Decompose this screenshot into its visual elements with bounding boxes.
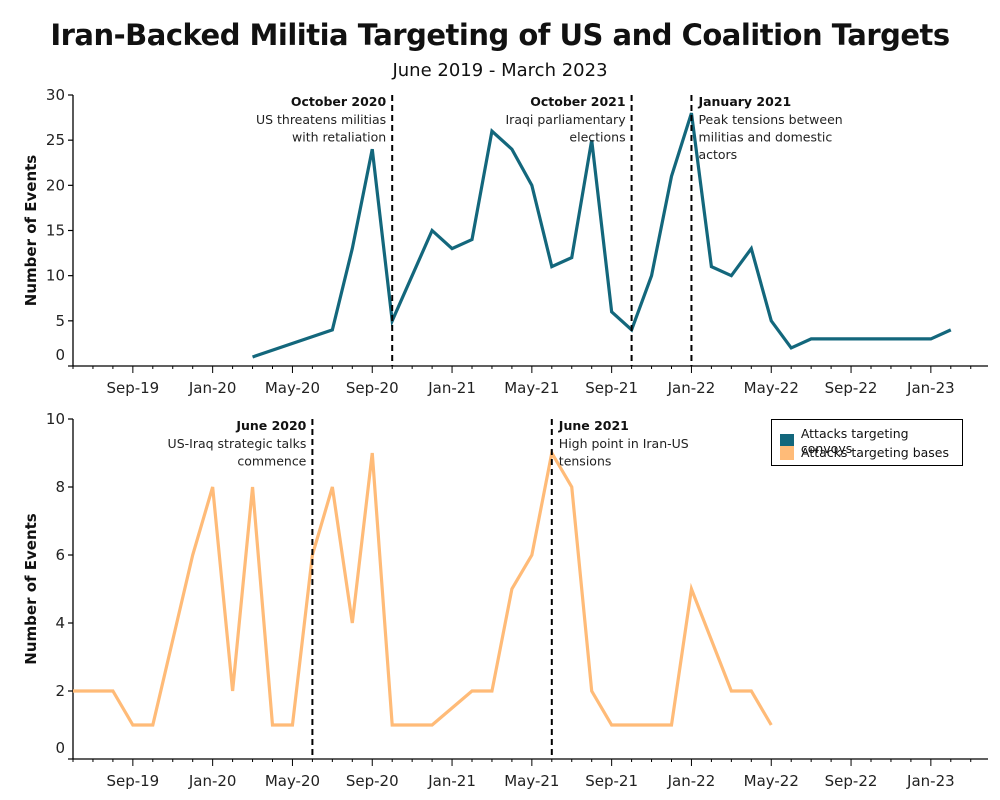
y-tick-label: 0 [55, 739, 65, 757]
annotation-text: actors [698, 147, 737, 162]
y-tick-label: 4 [55, 614, 65, 632]
annotation-text: militias and domestic [698, 130, 832, 145]
y-tick-label: 10 [46, 410, 65, 428]
annotation-text: High point in Iran-US [559, 436, 689, 451]
y-tick-label: 5 [55, 312, 65, 330]
x-tick-label: Sep-19 [106, 379, 159, 397]
x-tick-label: May-20 [265, 379, 320, 397]
annotation-text: elections [569, 130, 625, 145]
annotation-text: US-Iraq strategic talks [168, 436, 307, 451]
x-tick-label: Sep-20 [346, 379, 399, 397]
x-tick-label: Jan-21 [427, 379, 476, 397]
y-tick-label: 2 [55, 682, 65, 700]
legend-swatch-bases [780, 445, 794, 460]
y-tick-label: 8 [55, 478, 65, 496]
x-tick-label: Jan-22 [667, 772, 716, 790]
y-tick-label: 0 [55, 346, 65, 364]
annotation-text: Peak tensions between [698, 112, 842, 127]
annotation-title: October 2020 [291, 94, 387, 109]
annotation-title: June 2020 [235, 418, 306, 433]
annotation-title: January 2021 [697, 94, 791, 109]
y-tick-label: 10 [46, 267, 65, 285]
x-tick-label: Jan-21 [427, 772, 476, 790]
annotation-text: commence [237, 454, 306, 469]
x-tick-label: May-20 [265, 772, 320, 790]
x-tick-label: Sep-21 [585, 379, 638, 397]
y-tick-label: 25 [46, 131, 65, 149]
x-tick-label: Sep-22 [825, 772, 878, 790]
annotation-text: Iraqi parliamentary [506, 112, 627, 127]
x-tick-label: Jan-23 [906, 379, 955, 397]
x-tick-label: Jan-22 [667, 379, 716, 397]
y-axis-label: Number of Events [22, 155, 40, 306]
y-tick-label: 30 [46, 86, 65, 104]
y-axis-label: Number of Events [22, 513, 40, 664]
x-tick-label: May-22 [744, 379, 799, 397]
annotation-title: October 2021 [530, 94, 625, 109]
annotation-text: tensions [559, 454, 612, 469]
series-line-convoys [252, 112, 952, 359]
x-tick-label: May-22 [744, 772, 799, 790]
x-tick-label: Sep-22 [825, 379, 878, 397]
x-tick-label: Jan-20 [188, 379, 237, 397]
legend-item-bases: Attacks targeting bases [780, 445, 949, 460]
legend: Attacks targeting convoys Attacks target… [771, 419, 963, 466]
annotation-text: US threatens militias [256, 112, 386, 127]
annotation-text: with retaliation [292, 130, 386, 145]
y-tick-label: 6 [55, 546, 65, 564]
x-tick-label: Sep-21 [585, 772, 638, 790]
series-line-bases [73, 448, 773, 727]
y-tick-label: 20 [46, 176, 65, 194]
legend-label-bases: Attacks targeting bases [801, 445, 950, 460]
x-tick-label: Jan-20 [188, 772, 237, 790]
x-tick-label: Jan-23 [906, 772, 955, 790]
x-tick-label: Sep-19 [106, 772, 159, 790]
x-tick-label: May-21 [504, 772, 559, 790]
y-tick-label: 15 [46, 222, 65, 240]
annotation-title: June 2021 [558, 418, 629, 433]
x-tick-label: Sep-20 [346, 772, 399, 790]
chart-canvas: 051015202530Number of EventsSep-19 Jan-20… [22, 86, 988, 790]
x-tick-label: May-21 [504, 379, 559, 397]
